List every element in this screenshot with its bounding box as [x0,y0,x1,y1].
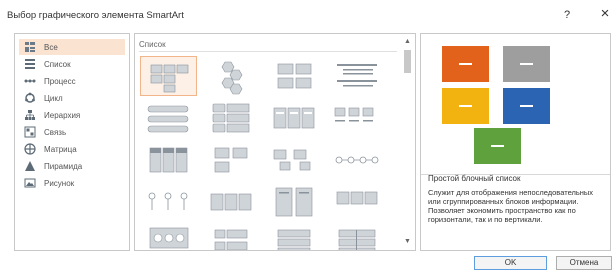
layout-gallery: Список ▲ ▼ [134,33,416,251]
layout-vertical-bullet-columns[interactable] [140,140,197,180]
category-item-relationship[interactable]: Связь [19,124,125,140]
preview-block-gold [442,88,489,124]
category-label: Цикл [44,93,63,103]
category-item-picture[interactable]: Рисунок [19,175,125,191]
category-item-hierarchy[interactable]: Иерархия [19,107,125,123]
layout-pyramid-list[interactable] [266,182,323,222]
cycle-icon [24,92,36,104]
layout-horizontal-bullet-list[interactable] [266,56,323,96]
layout-stacked-list[interactable] [140,98,197,138]
picture-icon [24,177,36,189]
layout-chevron-list[interactable] [329,140,386,180]
category-label: Все [44,42,58,52]
layout-table-list[interactable] [266,98,323,138]
scrollbar-thumb[interactable] [404,50,411,73]
category-list: Все Список Процесс Цикл Иерархия Связь М… [14,33,130,251]
layout-grouped-list[interactable] [266,140,323,180]
layout-process-list[interactable] [140,182,197,222]
close-button[interactable]: × [598,6,612,21]
preview-block-gray [503,46,550,82]
layout-preview [421,34,610,164]
help-button[interactable]: ? [560,9,574,21]
category-item-all[interactable]: Все [19,39,125,55]
scroll-up-icon[interactable]: ▲ [401,36,414,48]
gallery-header: Список [139,40,166,49]
preview-block-green [474,128,521,164]
layout-tab-list[interactable] [203,182,260,222]
title-bar: Выбор графического элемента SmartArt ? × [0,0,616,34]
preview-description: Служит для отображения непоследовательны… [426,187,606,249]
gallery-scrollbar[interactable]: ▲ ▼ [401,36,414,248]
category-label: Процесс [44,76,76,86]
pyramid-icon [24,160,36,172]
process-icon [24,75,36,87]
gallery-header-divider [139,51,397,52]
category-label: Список [44,59,71,69]
category-label: Связь [44,127,67,137]
layout-square-accent-list[interactable] [329,182,386,222]
hierarchy-icon [24,109,36,121]
ok-button[interactable]: OK [474,256,547,270]
category-item-cycle[interactable]: Цикл [19,90,125,106]
matrix-icon [24,143,36,155]
layout-vertical-box-list[interactable] [203,98,260,138]
layout-bullet-list[interactable] [329,56,386,96]
layout-vertical-accent-list[interactable] [266,224,323,250]
layout-basic-block-list[interactable] [140,56,197,96]
layout-segmented-list[interactable] [329,224,386,250]
all-icon [24,41,36,53]
layout-circle-process[interactable] [140,224,197,250]
category-label: Матрица [44,144,77,154]
relationship-icon [24,126,36,138]
category-item-list[interactable]: Список [19,56,125,72]
preview-block-blue [503,88,550,124]
preview-panel: Простой блочный список Служит для отобра… [420,33,611,251]
layout-labeled-list[interactable] [203,224,260,250]
category-item-process[interactable]: Процесс [19,73,125,89]
scroll-down-icon[interactable]: ▼ [401,236,414,248]
category-item-matrix[interactable]: Матрица [19,141,125,157]
preview-title: Простой блочный список [428,174,521,183]
category-item-pyramid[interactable]: Пирамида [19,158,125,174]
list-icon [24,58,36,70]
dialog-title: Выбор графического элемента SmartArt [7,10,184,21]
category-label: Рисунок [44,178,75,188]
layout-picture-caption-list[interactable] [329,98,386,138]
layout-hexagon-list[interactable] [203,56,260,96]
layout-lined-list[interactable] [203,140,260,180]
cancel-button[interactable]: Отмена [556,256,612,270]
category-label: Пирамида [44,161,83,171]
preview-block-orange [442,46,489,82]
category-label: Иерархия [44,110,81,120]
